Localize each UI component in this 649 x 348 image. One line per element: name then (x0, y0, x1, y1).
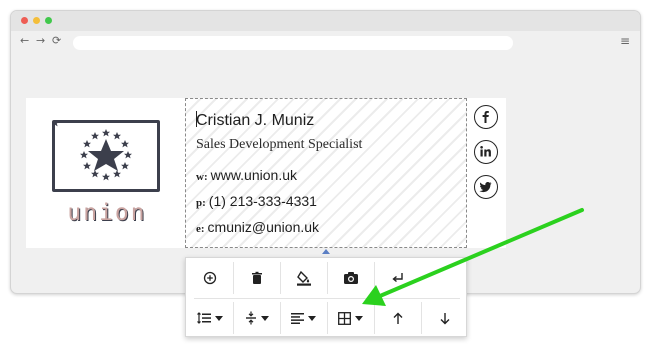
move-down-button[interactable] (421, 298, 468, 338)
table-grid-icon (338, 311, 351, 325)
chevron-down-icon (260, 315, 269, 321)
minimize-window-button[interactable] (33, 17, 40, 24)
trash-icon (251, 271, 262, 284)
linkedin-icon[interactable] (474, 140, 498, 164)
forward-arrow-icon[interactable]: → (36, 34, 45, 47)
move-up-button[interactable] (374, 298, 421, 338)
person-name[interactable]: Cristian J. Muniz (196, 112, 314, 130)
logo-wordmark: union (67, 200, 147, 226)
separator (233, 302, 234, 334)
email-line[interactable]: e: cmuniz@union.uk (196, 219, 319, 235)
eu-stars-flag-icon (52, 120, 160, 192)
enter-return-icon (391, 273, 403, 283)
insert-image-button[interactable] (327, 258, 374, 298)
signature-edit-toolbar (185, 257, 467, 337)
line-break-button[interactable] (374, 258, 421, 298)
twitter-icon[interactable] (474, 175, 498, 199)
separator (327, 302, 328, 334)
separator (374, 302, 375, 334)
separator (421, 302, 422, 334)
job-title[interactable]: Sales Development Specialist (196, 137, 362, 153)
website-label: w: (196, 171, 208, 183)
toolbar-pointer (322, 249, 330, 254)
separator (280, 262, 281, 294)
address-bar-row: ← → ⟳ ≡ (11, 31, 640, 56)
fill-color-button[interactable] (280, 258, 327, 298)
separator (374, 262, 375, 294)
browser-menu-icon[interactable]: ≡ (620, 34, 630, 48)
line-spacing-icon (196, 312, 211, 324)
phone-line[interactable]: p: (1) 213-333-4331 (196, 193, 317, 209)
align-left-icon (291, 312, 304, 324)
reload-icon[interactable]: ⟳ (52, 34, 61, 47)
title-bar (11, 11, 640, 31)
move-down-icon (440, 312, 449, 324)
delete-element-button[interactable] (233, 258, 280, 298)
signature-info-block[interactable]: Cristian J. Muniz Sales Development Spec… (185, 98, 467, 254)
separator (280, 302, 281, 334)
chevron-down-icon (355, 315, 363, 321)
close-window-button[interactable] (21, 17, 28, 24)
separator (327, 262, 328, 294)
email-signature: union Cristian J. Muniz Sales Developmen… (26, 98, 506, 254)
text-align-dropdown[interactable] (280, 298, 327, 338)
add-element-button[interactable] (186, 258, 233, 298)
website-line[interactable]: w: www.union.uk (196, 167, 297, 183)
move-up-icon (393, 312, 402, 324)
phone-value: (1) 213-333-4331 (208, 193, 317, 209)
chevron-down-icon (214, 315, 223, 321)
camera-icon (343, 272, 358, 284)
email-label: e: (196, 223, 205, 235)
vertical-spacing-icon (245, 311, 256, 325)
phone-label: p: (196, 197, 206, 209)
fill-color-icon (296, 270, 311, 286)
facebook-icon[interactable] (474, 105, 498, 129)
add-circle-icon (203, 271, 216, 285)
back-arrow-icon[interactable]: ← (20, 34, 29, 47)
separator (233, 262, 234, 294)
url-input[interactable] (73, 36, 513, 50)
email-value: cmuniz@union.uk (207, 219, 320, 235)
maximize-window-button[interactable] (45, 17, 52, 24)
table-layout-dropdown[interactable] (327, 298, 374, 338)
line-spacing-dropdown[interactable] (186, 298, 233, 338)
chevron-down-icon (308, 315, 316, 321)
vertical-spacing-dropdown[interactable] (233, 298, 280, 338)
website-value: www.union.uk (210, 167, 297, 183)
